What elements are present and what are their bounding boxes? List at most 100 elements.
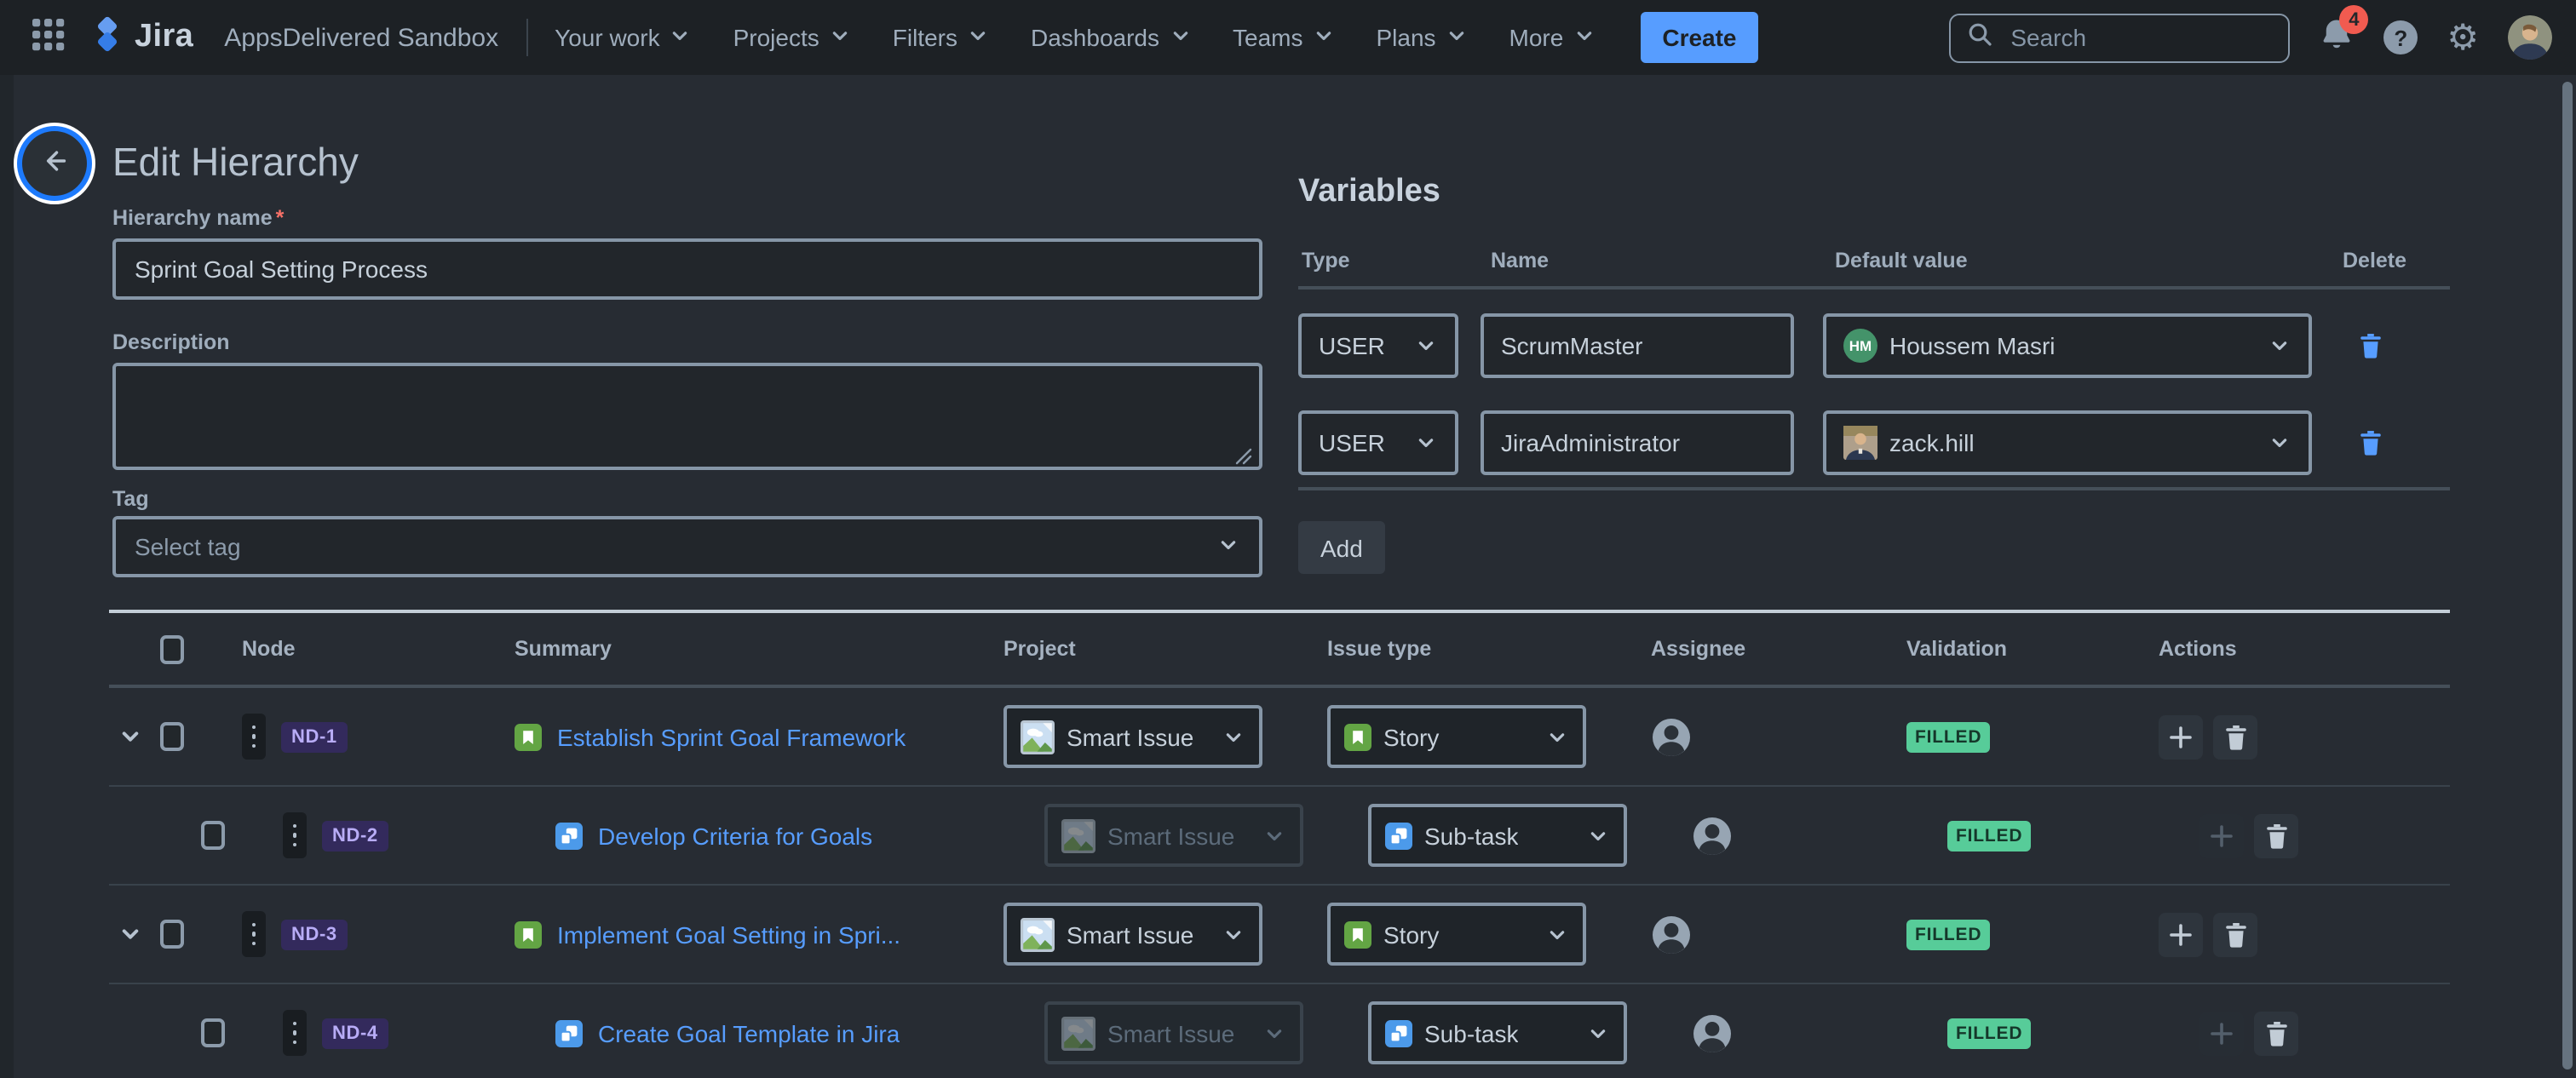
chevron-down-icon bbox=[1576, 1021, 1610, 1045]
issue-type-select[interactable]: Story bbox=[1327, 903, 1586, 966]
notifications-button[interactable]: 4 bbox=[2319, 17, 2355, 58]
settings-button[interactable]: ⚙ bbox=[2447, 20, 2479, 55]
issue-type-select[interactable]: Story bbox=[1327, 705, 1586, 768]
delete-variable-button[interactable] bbox=[2358, 429, 2383, 456]
delete-row-button[interactable] bbox=[2254, 813, 2298, 857]
select-all-checkbox[interactable] bbox=[160, 634, 184, 663]
project-select[interactable]: Smart Issue T bbox=[1003, 903, 1262, 966]
drag-handle[interactable] bbox=[242, 911, 266, 957]
variable-type-select[interactable]: USER bbox=[1298, 313, 1458, 378]
add-variable-button[interactable]: Add bbox=[1298, 521, 1385, 574]
chevron-down-icon bbox=[1252, 823, 1286, 847]
resize-handle-icon[interactable] bbox=[1235, 443, 1252, 473]
assignee-avatar[interactable] bbox=[1651, 914, 1692, 955]
chevron-down-icon bbox=[2257, 334, 2291, 358]
variable-name-input[interactable] bbox=[1481, 410, 1794, 475]
add-child-button[interactable] bbox=[2159, 912, 2203, 956]
row-checkbox[interactable] bbox=[160, 920, 184, 949]
assignee-avatar[interactable] bbox=[1651, 716, 1692, 757]
col-summary: Summary bbox=[515, 637, 612, 661]
page-title: Edit Hierarchy bbox=[112, 140, 359, 186]
project-select: Smart Issue T bbox=[1044, 804, 1303, 867]
delete-row-button[interactable] bbox=[2254, 1011, 2298, 1055]
chevron-down-icon bbox=[1445, 23, 1469, 52]
required-marker: * bbox=[276, 206, 285, 230]
hierarchy-name-label: Hierarchy name* bbox=[112, 206, 284, 230]
story-icon bbox=[1344, 723, 1371, 750]
delete-row-button[interactable] bbox=[2213, 912, 2257, 956]
story-icon bbox=[1344, 920, 1371, 948]
nav-right-group: 4 ? ⚙ bbox=[1949, 13, 2552, 62]
drag-handle[interactable] bbox=[283, 812, 307, 858]
notification-count-badge: 4 bbox=[2339, 5, 2368, 34]
validation-badge: FILLED bbox=[1947, 820, 2031, 851]
back-button[interactable] bbox=[22, 131, 87, 196]
jira-logo[interactable]: Jira bbox=[89, 14, 193, 60]
variables-col-default: Default value bbox=[1835, 249, 1968, 272]
row-checkbox[interactable] bbox=[201, 821, 225, 850]
add-child-button[interactable] bbox=[2159, 714, 2203, 759]
col-actions: Actions bbox=[2159, 637, 2237, 661]
assignee-avatar[interactable] bbox=[1692, 1012, 1733, 1053]
variables-heading: Variables bbox=[1298, 174, 1440, 211]
nav-item-dashboards[interactable]: Dashboards bbox=[1031, 23, 1192, 52]
variables-bottom-divider bbox=[1298, 487, 2450, 490]
row-checkbox[interactable] bbox=[160, 722, 184, 751]
search-box[interactable] bbox=[1949, 13, 2290, 62]
variables-header-divider bbox=[1298, 286, 2450, 290]
row-checkbox[interactable] bbox=[201, 1018, 225, 1047]
chevron-down-icon bbox=[1168, 23, 1192, 52]
table-row: ND-3 Implement Goal Setting in Spri... Sma… bbox=[109, 886, 2450, 984]
node-key-badge: ND-3 bbox=[281, 919, 348, 949]
variable-type-select[interactable]: USER bbox=[1298, 410, 1458, 475]
project-avatar-icon bbox=[1061, 1016, 1095, 1050]
nav-item-projects[interactable]: Projects bbox=[733, 23, 852, 52]
hierarchy-table: Node Summary Project Issue type Assignee… bbox=[109, 613, 2450, 1078]
summary-link[interactable]: Create Goal Template in Jira bbox=[598, 1019, 900, 1046]
variables-col-name: Name bbox=[1491, 249, 1549, 272]
story-icon bbox=[515, 723, 542, 750]
drag-handle[interactable] bbox=[283, 1010, 307, 1056]
scrollbar-thumb[interactable] bbox=[2562, 82, 2573, 1069]
delete-variable-button[interactable] bbox=[2358, 332, 2383, 359]
assignee-avatar[interactable] bbox=[1692, 815, 1733, 856]
nav-item-label: Projects bbox=[733, 24, 819, 51]
chevron-down-icon bbox=[1252, 1021, 1286, 1045]
nav-item-more[interactable]: More bbox=[1509, 23, 1596, 52]
create-button[interactable]: Create bbox=[1640, 12, 1758, 63]
variable-row: USER zack.hill bbox=[1298, 410, 2383, 475]
subtask-icon bbox=[1385, 822, 1412, 849]
issue-type-select[interactable]: Sub-task bbox=[1368, 1001, 1627, 1064]
help-icon: ? bbox=[2383, 20, 2418, 54]
summary-link[interactable]: Implement Goal Setting in Spri... bbox=[557, 920, 900, 948]
help-button[interactable]: ? bbox=[2383, 20, 2418, 54]
variable-default-select[interactable]: zack.hill bbox=[1823, 410, 2312, 475]
description-textarea[interactable] bbox=[112, 363, 1262, 470]
tag-select[interactable]: Select tag bbox=[112, 516, 1262, 577]
search-input[interactable] bbox=[2007, 22, 2273, 53]
nav-item-filters[interactable]: Filters bbox=[893, 23, 990, 52]
nav-item-label: Teams bbox=[1233, 24, 1302, 51]
nav-item-label: More bbox=[1509, 24, 1564, 51]
project-select[interactable]: Smart Issue T bbox=[1003, 705, 1262, 768]
chevron-down-icon bbox=[669, 23, 693, 52]
row-expand-chevron-icon[interactable] bbox=[119, 923, 141, 945]
hierarchy-name-input[interactable] bbox=[112, 238, 1262, 300]
variable-name-input[interactable] bbox=[1481, 313, 1794, 378]
profile-avatar[interactable] bbox=[2508, 15, 2552, 60]
col-project: Project bbox=[1003, 637, 1076, 661]
drag-handle[interactable] bbox=[242, 714, 266, 760]
nav-item-plans[interactable]: Plans bbox=[1376, 23, 1468, 52]
summary-link[interactable]: Establish Sprint Goal Framework bbox=[557, 723, 906, 750]
delete-row-button[interactable] bbox=[2213, 714, 2257, 759]
search-icon bbox=[1966, 20, 1993, 55]
issue-type-select[interactable]: Sub-task bbox=[1368, 804, 1627, 867]
app-switcher-button[interactable] bbox=[24, 14, 72, 61]
summary-link[interactable]: Develop Criteria for Goals bbox=[598, 822, 872, 849]
variable-default-select[interactable]: HMHoussem Masri bbox=[1823, 313, 2312, 378]
chevron-down-icon bbox=[1404, 334, 1438, 358]
nav-item-teams[interactable]: Teams bbox=[1233, 23, 1335, 52]
chevron-down-icon bbox=[966, 23, 990, 52]
nav-item-your-work[interactable]: Your work bbox=[555, 23, 693, 52]
row-expand-chevron-icon[interactable] bbox=[119, 725, 141, 748]
